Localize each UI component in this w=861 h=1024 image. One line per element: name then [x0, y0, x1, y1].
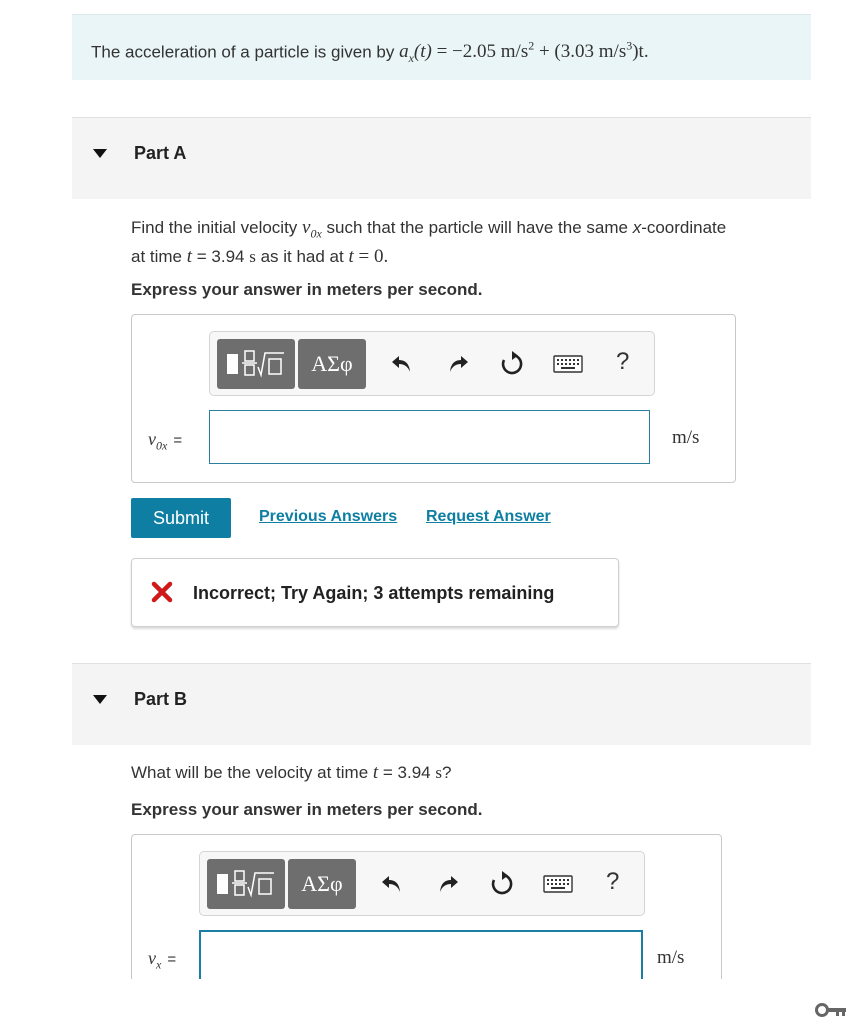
math-toolbar: ΑΣφ ?	[199, 851, 645, 916]
templates-button[interactable]	[207, 859, 285, 909]
fraction-sqrt-icon	[232, 870, 274, 898]
greek-symbols-button[interactable]: ΑΣφ	[288, 859, 356, 909]
keyboard-icon[interactable]	[543, 870, 573, 898]
vx-answer-input[interactable]	[199, 930, 643, 979]
undo-icon[interactable]	[378, 870, 406, 898]
reset-icon[interactable]	[488, 870, 516, 898]
part-b-clip: ΑΣφ ? vx = m/s	[0, 0, 861, 979]
vx-unit: m/s	[657, 947, 685, 968]
redo-icon[interactable]	[434, 870, 462, 898]
part-b-answer-box: ΑΣφ ? vx = m/s	[131, 834, 722, 979]
block-icon	[217, 874, 228, 894]
vx-label: vx =	[148, 948, 177, 972]
key-icon[interactable]	[815, 1001, 847, 1019]
help-button[interactable]: ?	[606, 868, 619, 896]
